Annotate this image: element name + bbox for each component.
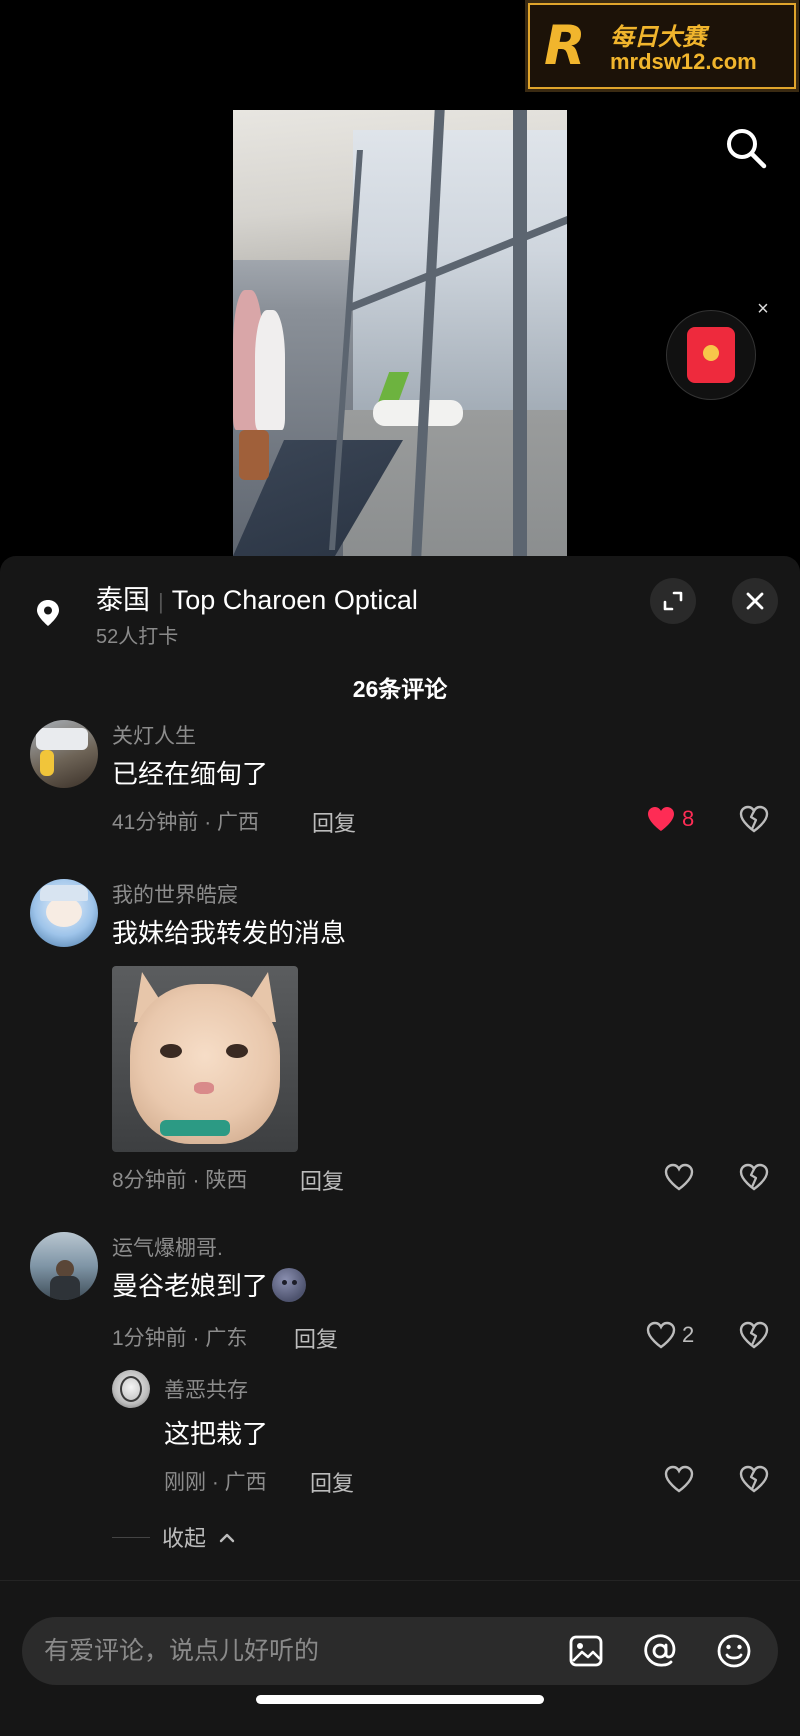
comment-sheet: 泰国 | Top Charoen Optical 52人打卡 26条评论 关灯人生 …: [0, 556, 800, 1736]
comment-image[interactable]: [112, 966, 298, 1152]
search-icon: [727, 129, 767, 169]
comment-meta: 41分钟前 · 广西: [112, 811, 260, 834]
red-packet-close-icon[interactable]: ×: [752, 298, 774, 320]
reply-meta: 刚刚 · 广西: [164, 1471, 267, 1494]
comment-input-pill[interactable]: [22, 1617, 778, 1685]
avatar[interactable]: [30, 879, 98, 947]
like-button[interactable]: 8: [646, 804, 694, 834]
collapse-replies-button[interactable]: 收起: [112, 1521, 236, 1553]
location-row[interactable]: 泰国 | Top Charoen Optical 52人打卡: [0, 556, 800, 666]
comment-item: 关灯人生 已经在缅甸了 41分钟前 · 广西 回复 8: [0, 720, 800, 870]
location-pin-icon: [37, 600, 59, 626]
comment-count-title: 26条评论: [352, 676, 448, 702]
emoji-icon[interactable]: [714, 1631, 754, 1671]
comment-text-content: 曼谷老娘到了: [112, 1271, 269, 1301]
collapse-label: 收起: [162, 1526, 207, 1551]
video-luggage: [239, 430, 269, 480]
avatar[interactable]: [112, 1370, 150, 1408]
image-icon[interactable]: [566, 1631, 606, 1671]
dislike-icon[interactable]: [738, 1464, 770, 1494]
heart-outline-icon: [664, 1163, 694, 1191]
dislike-icon[interactable]: [738, 1162, 770, 1192]
watermark-title: 每日大赛: [610, 24, 706, 51]
search-button[interactable]: [724, 126, 768, 170]
like-button[interactable]: [664, 1162, 700, 1192]
heart-outline-icon: [664, 1465, 694, 1493]
emoji-sticker-icon: [272, 1268, 307, 1302]
location-separator: |: [158, 589, 164, 614]
expand-icon: [663, 591, 683, 611]
video-mullion: [513, 110, 527, 556]
avatar-hair: [40, 885, 88, 901]
heart-outline-icon: [646, 1321, 676, 1349]
reply-button[interactable]: 回复: [312, 806, 356, 838]
avatar-car: [36, 728, 88, 750]
like-count: 8: [682, 806, 695, 831]
avatar[interactable]: [30, 1232, 98, 1300]
avatar[interactable]: [30, 720, 98, 788]
red-packet-icon: [687, 327, 735, 383]
like-count: 2: [682, 1322, 695, 1347]
reply-button[interactable]: 回复: [294, 1322, 338, 1354]
location-place: Top Charoen Optical: [171, 585, 418, 615]
location-checkins: 52人打卡: [96, 626, 179, 648]
avatar-figure: [40, 750, 54, 776]
comment-input-bar: [0, 1580, 800, 1736]
comment-author[interactable]: 运气爆棚哥.: [112, 1232, 223, 1262]
comment-text: 曼谷老娘到了: [112, 1266, 307, 1303]
comment-author[interactable]: 我的世界皓宸: [112, 879, 238, 909]
comment-meta: 1分钟前 · 广东: [112, 1327, 248, 1350]
heart-filled-icon: [648, 807, 674, 831]
video-frame[interactable]: [233, 110, 567, 556]
cat-collar: [160, 1120, 230, 1136]
dislike-icon[interactable]: [738, 804, 770, 834]
watermark-logo: R: [544, 14, 586, 77]
reply-author[interactable]: 善恶共存: [164, 1374, 248, 1404]
avatar-face: [46, 897, 82, 927]
watermark-url: mrdsw12.com: [610, 49, 757, 74]
dislike-icon[interactable]: [738, 1320, 770, 1350]
video-area[interactable]: × R 每日大赛 mrdsw12.com: [0, 0, 800, 556]
red-packet-button[interactable]: [666, 310, 756, 400]
avatar-sketch: [120, 1376, 142, 1402]
location-country: 泰国: [96, 585, 150, 615]
chevron-up-icon: [219, 1533, 235, 1543]
cat-nose: [194, 1082, 214, 1094]
reply-button[interactable]: 回复: [300, 1164, 344, 1196]
comment-input[interactable]: [44, 1629, 544, 1673]
reply-button[interactable]: 回复: [310, 1466, 354, 1498]
reply-item: 善恶共存 这把栽了 刚刚 · 广西 回复: [0, 556, 800, 1496]
mention-icon[interactable]: [640, 1631, 680, 1671]
video-person: [255, 310, 285, 430]
location-title: 泰国 | Top Charoen Optical: [96, 578, 418, 617]
close-icon: [746, 592, 764, 610]
comment-text: 已经在缅甸了: [112, 759, 269, 789]
home-indicator: [256, 1695, 544, 1704]
watermark: R 每日大赛 mrdsw12.com: [525, 0, 799, 92]
expand-button[interactable]: [650, 578, 696, 624]
comment-meta: 8分钟前 · 陕西: [112, 1169, 248, 1192]
reply-text: 这把栽了: [164, 1419, 269, 1449]
like-button[interactable]: 2: [646, 1320, 694, 1350]
like-button[interactable]: [664, 1464, 694, 1494]
comment-text: 我妹给我转发的消息: [112, 918, 347, 948]
cat-eye: [160, 1044, 182, 1058]
close-button[interactable]: [732, 578, 778, 624]
comment-author[interactable]: 关灯人生: [112, 720, 196, 750]
avatar-body: [50, 1276, 80, 1300]
cat-eye: [226, 1044, 248, 1058]
collapse-divider: [112, 1536, 150, 1538]
